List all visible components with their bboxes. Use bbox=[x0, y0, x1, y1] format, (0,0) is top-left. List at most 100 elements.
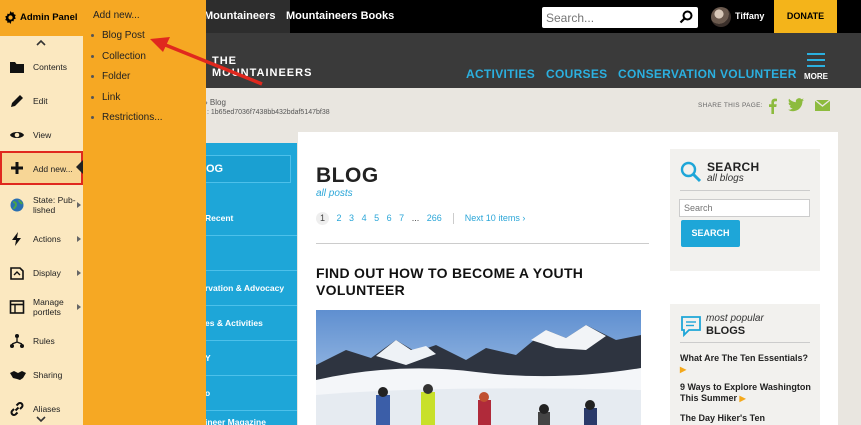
username[interactable]: Tiffany bbox=[735, 0, 764, 33]
admin-item-edit[interactable]: Edit bbox=[0, 83, 83, 117]
page-subtitle: all posts bbox=[316, 188, 353, 199]
divider bbox=[316, 243, 649, 244]
site-search-input[interactable] bbox=[542, 7, 672, 28]
more-menu-button[interactable]: MORE bbox=[803, 49, 829, 81]
breadcrumb[interactable]: › Blog bbox=[205, 98, 226, 107]
bullet bbox=[91, 74, 94, 78]
page-ellipsis: ... bbox=[411, 213, 420, 223]
submenu-arrow-icon bbox=[77, 236, 81, 242]
folder-icon bbox=[9, 59, 25, 75]
chevron-right-icon: ▶ bbox=[680, 365, 687, 374]
popular-item[interactable]: 9 Ways to Explore Washington This Summer… bbox=[680, 382, 815, 404]
nav-activities[interactable]: ACTIVITIES bbox=[466, 67, 535, 81]
admin-panel-header[interactable]: Admin Panel bbox=[0, 0, 83, 36]
submenu-arrow-icon bbox=[77, 202, 81, 208]
admin-item-label: Manage portlets bbox=[33, 297, 64, 317]
email-icon[interactable] bbox=[814, 99, 831, 114]
add-collection[interactable]: Collection bbox=[91, 51, 146, 62]
avatar[interactable] bbox=[711, 7, 731, 27]
page-link[interactable]: 3 bbox=[349, 213, 354, 223]
facebook-icon[interactable] bbox=[767, 98, 778, 117]
pagination: 1 2 3 4 5 6 7 ... 266 Next 10 items › bbox=[316, 212, 530, 225]
menu-option-label: Blog Post bbox=[102, 30, 145, 41]
add-folder[interactable]: Folder bbox=[91, 71, 130, 82]
page-link-current: 1 bbox=[316, 212, 329, 225]
page-link[interactable]: 4 bbox=[362, 213, 367, 223]
search-icon bbox=[680, 161, 702, 186]
blog-menu-item[interactable]: rvation & Advocacy bbox=[205, 271, 297, 306]
plus-icon bbox=[9, 160, 25, 176]
bullet bbox=[91, 33, 94, 37]
page-link[interactable]: 5 bbox=[374, 213, 379, 223]
globe-icon bbox=[9, 197, 25, 213]
donate-button[interactable]: DONATE bbox=[773, 0, 837, 33]
admin-item-label: Aliases bbox=[33, 404, 61, 414]
bullet bbox=[91, 115, 94, 119]
blog-menu-item[interactable]: ineer Magazine bbox=[205, 405, 297, 425]
logo-line-1: THE bbox=[212, 55, 237, 67]
admin-item-contents[interactable]: Contents bbox=[0, 49, 83, 83]
popular-item[interactable]: What Are The Ten Essentials? ▶ bbox=[680, 353, 815, 375]
admin-item-rules[interactable]: Rules bbox=[0, 323, 83, 357]
menu-option-label: Link bbox=[102, 92, 121, 103]
eye-icon bbox=[9, 127, 25, 143]
page-link[interactable]: 7 bbox=[399, 213, 404, 223]
divider bbox=[680, 190, 810, 191]
page-uid: : 1b65ed7036f7438bb432bdaf5147bf38 bbox=[207, 109, 330, 116]
admin-item-label: View bbox=[33, 130, 52, 140]
admin-item-manage-portlets[interactable]: Manage portlets bbox=[0, 289, 83, 323]
admin-item-label: Sharing bbox=[33, 370, 63, 380]
twitter-icon[interactable] bbox=[788, 98, 804, 115]
page-link[interactable]: 2 bbox=[337, 213, 342, 223]
admin-item-label: Rules bbox=[33, 336, 55, 346]
blog-menu-item[interactable]: Recent bbox=[205, 201, 297, 236]
admin-item-label: Actions bbox=[33, 234, 61, 244]
share-label: SHARE THIS PAGE: bbox=[698, 102, 763, 109]
post-headline[interactable]: FIND OUT HOW TO BECOME A YOUTH VOLUNTEER bbox=[316, 265, 606, 299]
next-page-link[interactable]: Next 10 items › bbox=[465, 213, 526, 223]
blog-menu-item-label: es & Activities bbox=[205, 318, 263, 328]
tab-mountaineers-books[interactable]: Mountaineers Books bbox=[272, 0, 408, 33]
admin-item-label: Edit bbox=[33, 96, 48, 106]
menu-option-label: Folder bbox=[102, 71, 131, 82]
blog-search-input[interactable] bbox=[679, 199, 810, 217]
admin-item-view[interactable]: View bbox=[0, 117, 83, 151]
admin-item-display[interactable]: Display bbox=[0, 255, 83, 289]
blog-menu-item[interactable]: Y bbox=[205, 341, 297, 376]
blog-search-button[interactable]: SEARCH bbox=[681, 220, 740, 247]
popular-title: BLOGS bbox=[706, 325, 746, 337]
portlets-icon bbox=[9, 299, 25, 315]
chevron-up-icon[interactable] bbox=[36, 37, 46, 49]
blog-menu-item[interactable]: es & Activities bbox=[205, 306, 297, 341]
admin-item-add-new[interactable]: Add new... bbox=[0, 151, 83, 185]
search-panel-title: SEARCH bbox=[707, 160, 760, 174]
admin-panel-title: Admin Panel bbox=[20, 12, 78, 23]
admin-item-sharing[interactable]: Sharing bbox=[0, 357, 83, 391]
popular-item[interactable]: The Day Hiker's Ten bbox=[680, 413, 815, 424]
admin-item-state[interactable]: State: Pub- lished bbox=[0, 187, 83, 221]
search-icon[interactable] bbox=[679, 10, 693, 27]
post-photo[interactable] bbox=[316, 310, 641, 425]
nav-conservation[interactable]: CONSERVATION bbox=[618, 67, 716, 81]
site-logo[interactable]: THE MOUNTAINEERS bbox=[212, 55, 312, 79]
blog-menu-item[interactable] bbox=[205, 236, 297, 271]
add-new-menu-header: Add new... bbox=[93, 10, 140, 21]
popular-item-label: The Day Hiker's Ten bbox=[680, 413, 766, 423]
add-link[interactable]: Link bbox=[91, 92, 120, 103]
site-search bbox=[542, 7, 698, 28]
chevron-down-icon[interactable] bbox=[36, 414, 46, 425]
nav-courses[interactable]: COURSES bbox=[546, 67, 607, 81]
admin-item-actions[interactable]: Actions bbox=[0, 221, 83, 255]
divider bbox=[680, 342, 810, 343]
page-title: BLOG bbox=[316, 164, 379, 187]
nav-volunteer[interactable]: VOLUNTEER bbox=[720, 67, 797, 81]
add-restrictions[interactable]: Restrictions... bbox=[91, 112, 163, 123]
page-link[interactable]: 266 bbox=[427, 213, 442, 223]
bullet bbox=[91, 54, 94, 58]
add-blog-post[interactable]: Blog Post bbox=[91, 30, 145, 41]
page-link[interactable]: 6 bbox=[387, 213, 392, 223]
menu-option-label: Collection bbox=[102, 51, 146, 62]
gear-icon bbox=[4, 11, 17, 27]
more-label: MORE bbox=[804, 72, 828, 81]
blog-menu-header[interactable]: OG bbox=[205, 155, 291, 183]
